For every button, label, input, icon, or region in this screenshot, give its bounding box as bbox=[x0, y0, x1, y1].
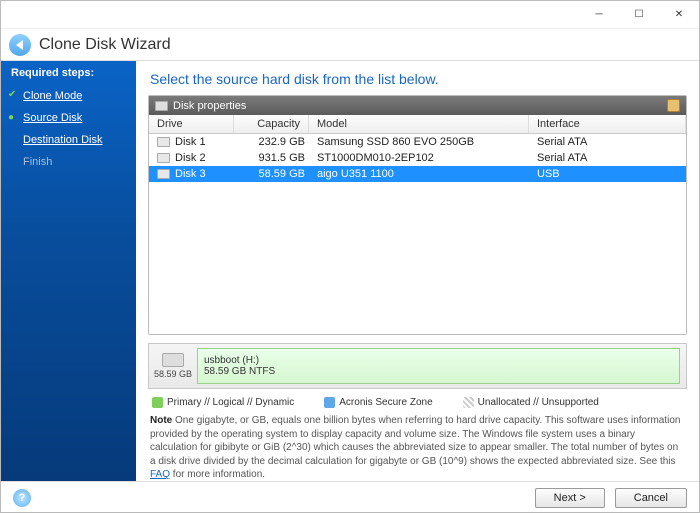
table-row[interactable]: Disk 1 232.9 GB Samsung SSD 860 EVO 250G… bbox=[149, 134, 686, 150]
partition-map: 58.59 GB usbboot (H:) 58.59 GB NTFS bbox=[148, 343, 687, 389]
step-clone-mode[interactable]: Clone Mode bbox=[1, 85, 136, 107]
col-model[interactable]: Model bbox=[309, 115, 529, 133]
main-content: Select the source hard disk from the lis… bbox=[136, 61, 699, 481]
minimize-button[interactable]: ─ bbox=[579, 1, 619, 28]
step-source-disk[interactable]: Source Disk bbox=[1, 107, 136, 129]
disk-list: Disk 1 232.9 GB Samsung SSD 860 EVO 250G… bbox=[149, 134, 686, 334]
disk-icon bbox=[155, 101, 168, 111]
footer: ? Next > Cancel bbox=[1, 481, 699, 514]
faq-link[interactable]: FAQ bbox=[150, 469, 170, 480]
table-header: Drive Capacity Model Interface bbox=[149, 115, 686, 134]
back-icon[interactable] bbox=[9, 34, 31, 56]
window-title: Clone Disk Wizard bbox=[39, 36, 171, 54]
panel-title: Disk properties bbox=[173, 100, 246, 112]
swatch-zone bbox=[324, 397, 335, 408]
step-finish: Finish bbox=[1, 151, 136, 173]
maximize-button[interactable]: ☐ bbox=[619, 1, 659, 28]
close-button[interactable]: ✕ bbox=[659, 1, 699, 28]
disk-icon bbox=[162, 353, 184, 367]
step-destination-disk[interactable]: Destination Disk bbox=[1, 129, 136, 151]
disk-icon bbox=[157, 137, 170, 147]
volume-label: usbboot (H:) bbox=[204, 355, 673, 366]
col-drive[interactable]: Drive bbox=[149, 115, 234, 133]
disk-icon bbox=[157, 169, 170, 179]
cancel-button[interactable]: Cancel bbox=[615, 488, 687, 508]
table-row[interactable]: Disk 3 58.59 GB aigo U351 1100 USB bbox=[149, 166, 686, 182]
swatch-unallocated bbox=[463, 397, 474, 408]
panel-header: Disk properties bbox=[149, 96, 686, 115]
volume-detail: 58.59 GB NTFS bbox=[204, 366, 673, 377]
titlebar: ─ ☐ ✕ bbox=[1, 1, 699, 29]
sidebar-section-label: Required steps: bbox=[1, 61, 136, 85]
disk-properties-panel: Disk properties Drive Capacity Model Int… bbox=[148, 95, 687, 335]
partition-bar[interactable]: usbboot (H:) 58.59 GB NTFS bbox=[197, 348, 680, 384]
disk-icon bbox=[157, 153, 170, 163]
note-text: Note One gigabyte, or GB, equals one bil… bbox=[136, 414, 699, 486]
swatch-primary bbox=[152, 397, 163, 408]
partition-legend: Primary // Logical // Dynamic Acronis Se… bbox=[136, 393, 699, 414]
page-title: Select the source hard disk from the lis… bbox=[136, 61, 699, 95]
sidebar: Required steps: Clone Mode Source Disk D… bbox=[1, 61, 136, 481]
column-chooser-icon[interactable] bbox=[667, 99, 680, 112]
next-button[interactable]: Next > bbox=[535, 488, 605, 508]
wizard-header: Clone Disk Wizard bbox=[1, 29, 699, 61]
disk-size-icon: 58.59 GB bbox=[149, 353, 197, 379]
col-interface[interactable]: Interface bbox=[529, 115, 686, 133]
col-capacity[interactable]: Capacity bbox=[234, 115, 309, 133]
help-icon[interactable]: ? bbox=[13, 489, 31, 507]
table-row[interactable]: Disk 2 931.5 GB ST1000DM010-2EP102 Seria… bbox=[149, 150, 686, 166]
